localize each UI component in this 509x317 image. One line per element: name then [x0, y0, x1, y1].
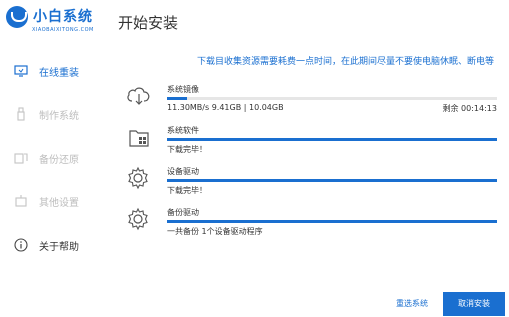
task-name: 系统软件	[167, 126, 199, 135]
info-icon	[14, 238, 28, 252]
sidebar-item-about-help[interactable]: 关于帮助	[0, 232, 103, 258]
cancel-install-button[interactable]: 取消安装	[443, 292, 505, 316]
progress-bar	[167, 97, 497, 100]
task-system-software: 系统软件 下载完毕！	[122, 125, 497, 155]
sidebar-item-label: 关于帮助	[39, 242, 79, 253]
task-name: 备份驱动	[167, 208, 199, 217]
monitor-icon	[14, 64, 28, 78]
task-status: 11.30MB/s 9.41GB | 10.04GB	[167, 103, 284, 112]
sidebar-item-label: 制作系统	[39, 111, 79, 122]
logo-icon	[6, 6, 28, 28]
folder-icon	[128, 127, 149, 147]
task-status: 一共备份 1个设备驱动程序	[167, 227, 263, 236]
sidebar-item-make-system[interactable]: 制作系统	[0, 101, 103, 127]
task-device-drivers: 设备驱动 下载完毕！	[122, 166, 497, 196]
app-name: 小白系统	[33, 9, 93, 25]
progress-fill	[167, 179, 497, 182]
task-remaining-time: 剩余 00:14:13	[442, 104, 497, 113]
sidebar: 小白系统 XIAOBAIXITONG.COM 在线重装 制作系统 备份还原 其他…	[0, 0, 103, 317]
task-system-image: 系统镜像 11.30MB/s 9.41GB | 10.04GB 剩余 00:14…	[122, 84, 497, 124]
sidebar-item-label: 其他设置	[39, 198, 79, 209]
progress-bar	[167, 179, 497, 182]
app-logo: 小白系统 XIAOBAIXITONG.COM	[0, 0, 103, 40]
download-notice: 下载目收集资源需要耗费一点时间，在此期间尽量不要使电脑休眠、断电等	[196, 57, 494, 67]
backup-icon	[14, 151, 28, 165]
page-title: 开始安装	[118, 14, 179, 32]
usb-icon	[14, 107, 28, 121]
task-name: 系统镜像	[167, 85, 199, 94]
sidebar-item-online-reinstall[interactable]: 在线重装	[0, 58, 103, 84]
task-backup-drivers: 备份驱动 一共备份 1个设备驱动程序	[122, 207, 497, 237]
cloud-download-icon	[126, 84, 150, 105]
gear-icon	[126, 207, 148, 231]
task-status: 下载完毕！	[167, 145, 207, 154]
task-status: 下载完毕！	[167, 186, 207, 195]
sidebar-item-other-settings[interactable]: 其他设置	[0, 188, 103, 214]
progress-fill	[167, 220, 497, 223]
task-name: 设备驱动	[167, 167, 199, 176]
progress-bar	[167, 220, 497, 223]
gear-icon	[126, 166, 148, 190]
app-subtitle: XIAOBAIXITONG.COM	[32, 27, 94, 33]
sidebar-item-label: 备份还原	[39, 155, 79, 166]
progress-bar	[167, 138, 497, 141]
progress-fill	[167, 138, 497, 141]
reselect-system-button[interactable]: 重选系统	[396, 298, 428, 309]
progress-fill	[167, 97, 187, 100]
sidebar-item-backup-restore[interactable]: 备份还原	[0, 145, 103, 171]
settings-icon	[14, 194, 28, 208]
sidebar-item-label: 在线重装	[39, 68, 79, 79]
